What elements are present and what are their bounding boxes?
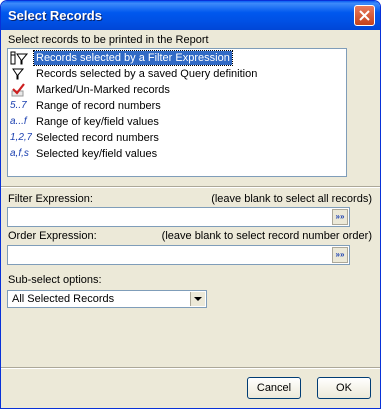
dropdown-arrow-button[interactable]	[190, 292, 205, 306]
order-expression-label: Order Expression:	[8, 230, 97, 242]
record-source-list[interactable]: Records selected by a Filter Expression …	[7, 48, 347, 177]
window-title: Select Records	[8, 8, 102, 23]
list-item-label: Range of record numbers	[36, 100, 161, 112]
list-item-label: Selected key/field values	[36, 148, 158, 160]
close-button[interactable]	[354, 5, 375, 26]
list-item-marked-records[interactable]: Marked/Un-Marked records	[9, 82, 345, 98]
select-records-dialog: Select Records Select records to be prin…	[0, 0, 381, 409]
list-item-label: Range of key/field values	[36, 116, 159, 128]
order-expression-builder-button[interactable]: »»	[332, 247, 348, 263]
cancel-button[interactable]: Cancel	[247, 377, 301, 399]
order-expression-hint: (leave blank to select record number ord…	[161, 230, 372, 242]
expand-icon: »»	[335, 250, 345, 259]
record-source-label: Select records to be printed in the Repo…	[8, 34, 209, 46]
list-item-label: Records selected by a saved Query defini…	[36, 68, 258, 80]
expand-icon: »»	[335, 212, 345, 221]
filter-expression-hint: (leave blank to select all records)	[211, 193, 372, 205]
saved-query-icon	[10, 66, 32, 82]
subselect-label: Sub-select options:	[8, 274, 102, 286]
filter-expression-builder-button[interactable]: »»	[332, 209, 348, 225]
list-item-record-numbers[interactable]: 1,2,7 Selected record numbers	[9, 130, 345, 146]
list-item-key-values[interactable]: a,f,s Selected key/field values	[9, 146, 345, 162]
chevron-down-icon	[194, 296, 202, 301]
list-item-filter-expression[interactable]: Records selected by a Filter Expression	[9, 50, 345, 66]
subselect-value: All Selected Records	[12, 293, 115, 305]
record-range-icon: 5..7	[10, 100, 27, 111]
key-range-icon: a...f	[10, 116, 27, 127]
title-bar[interactable]: Select Records	[1, 1, 380, 30]
record-numbers-icon: 1,2,7	[10, 132, 32, 143]
filter-expression-label: Filter Expression:	[8, 193, 93, 205]
filter-expression-input[interactable]: »»	[7, 207, 350, 227]
ok-button[interactable]: OK	[317, 377, 371, 399]
list-item-label: Records selected by a Filter Expression	[33, 50, 233, 66]
key-values-icon: a,f,s	[10, 148, 29, 159]
subselect-dropdown[interactable]: All Selected Records	[7, 290, 207, 308]
list-item-label: Selected record numbers	[36, 132, 159, 144]
separator	[1, 186, 380, 188]
close-icon	[359, 10, 370, 21]
filter-expression-icon	[10, 50, 32, 66]
list-item-key-range[interactable]: a...f Range of key/field values	[9, 114, 345, 130]
order-expression-input[interactable]: »»	[7, 245, 350, 265]
list-item-saved-query[interactable]: Records selected by a saved Query defini…	[9, 66, 345, 82]
list-item-record-range[interactable]: 5..7 Range of record numbers	[9, 98, 345, 114]
list-item-label: Marked/Un-Marked records	[36, 84, 170, 96]
separator	[1, 367, 380, 369]
checkmark-icon	[10, 82, 32, 98]
